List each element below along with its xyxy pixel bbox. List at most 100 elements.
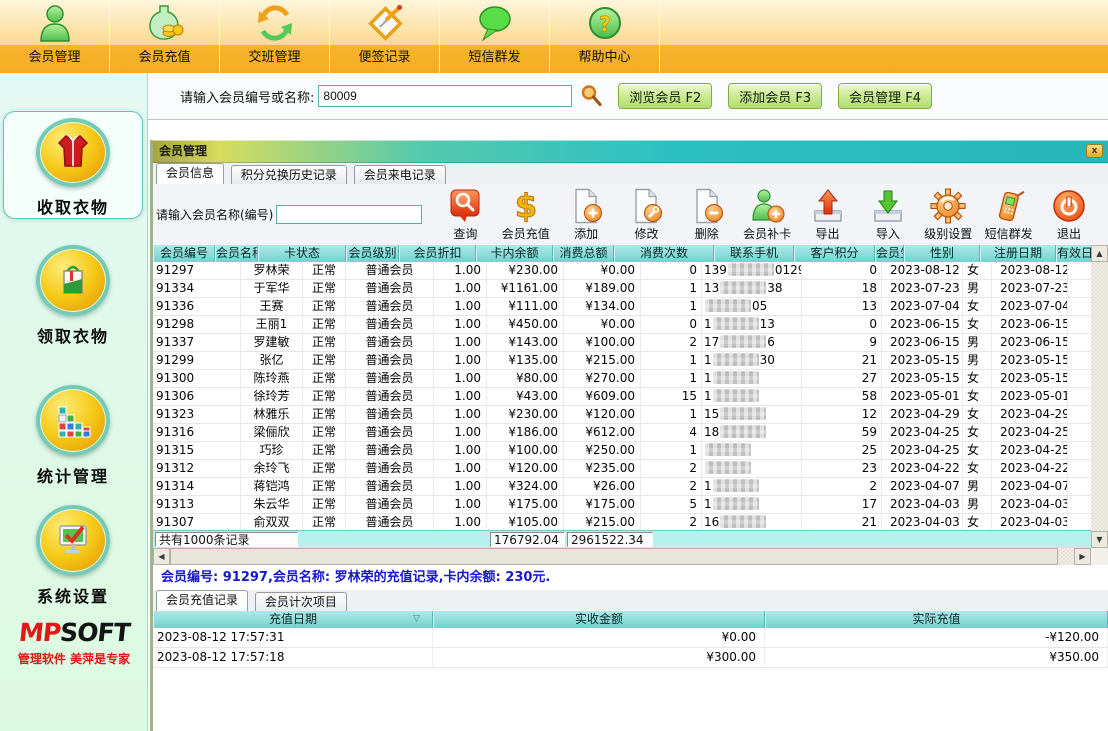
members-column-header[interactable]: 卡内余额 [476, 245, 553, 262]
cell-birthday: 2023-07-23 [882, 280, 963, 298]
members-column-header[interactable]: 消费次数 [614, 245, 714, 262]
toolbar-exit-button[interactable]: 退出 [1040, 188, 1098, 242]
member-row[interactable]: 91300 陈玲燕 正常 普通会员 1.00 ¥80.00 ¥270.00 1 … [153, 370, 1091, 388]
cell-member-level: 普通会员 [346, 334, 434, 352]
toolbar-card-reissue-button[interactable]: 会员补卡 [738, 188, 796, 242]
members-column-header[interactable]: 会员级别 [346, 245, 399, 262]
window-titlebar[interactable]: 会员管理 x [153, 140, 1108, 163]
member-row[interactable]: 91314 蒋铠鸿 正常 普通会员 1.00 ¥324.00 ¥26.00 2 … [153, 478, 1091, 496]
members-column-header[interactable]: 客户积分 [794, 245, 875, 262]
phone-privacy-mosaic [713, 353, 759, 366]
member-row[interactable]: 91299 张亿 正常 普通会员 1.00 ¥135.00 ¥215.00 1 … [153, 352, 1091, 370]
members-column-header[interactable]: 性别 [904, 245, 980, 262]
nav-item-memo-records[interactable]: 便签记录 [330, 0, 440, 73]
scroll-right-icon[interactable]: ▶ [1074, 548, 1091, 565]
toolbar-button-label: 级别设置 [924, 225, 972, 242]
sidebar-item-statistics[interactable]: 统计管理 [3, 379, 143, 487]
toolbar-import-button[interactable]: 导入 [859, 188, 917, 242]
member-name-filter-input[interactable] [276, 205, 422, 224]
recharge-date-column-header[interactable]: 充值日期 ▽ [153, 611, 433, 628]
nav-item-sms-broadcast[interactable]: 短信群发 [440, 0, 550, 73]
actual-recharge-column-header[interactable]: 实际充值 [765, 611, 1108, 628]
tab-count-items[interactable]: 会员计次项目 [255, 592, 347, 611]
received-amount-column-header[interactable]: 实收金额 [433, 611, 765, 628]
sum-total-spent: 2961522.34 [567, 532, 653, 547]
sidebar-item-receive-clothes[interactable]: 收取衣物 [3, 111, 143, 219]
toolbar-export-button[interactable]: 导出 [799, 188, 857, 242]
toolbar-sms-button[interactable]: 短信群发 [980, 188, 1038, 242]
member-row[interactable]: 91334 于军华 正常 普通会员 1.00 ¥1161.00 ¥189.00 … [153, 280, 1091, 298]
cell-member-id: 91334 [153, 280, 241, 298]
cell-gender: 女 [963, 388, 992, 406]
tab-points-exchange-history[interactable]: 积分兑换历史记录 [231, 165, 347, 184]
toolbar-query-button[interactable]: 查询 [436, 188, 494, 242]
cell-points: 12 [802, 406, 882, 424]
toolbar-modify-button[interactable]: 修改 [617, 188, 675, 242]
cell-register-date: 2023-04-03 [992, 496, 1068, 514]
member-row[interactable]: 91336 王赛 正常 普通会员 1.00 ¥111.00 ¥134.00 1 … [153, 298, 1091, 316]
nav-item-shift-management[interactable]: 交班管理 [220, 0, 330, 73]
toolbar-add-button[interactable]: 添加 [557, 188, 615, 242]
cell-points: 21 [802, 514, 882, 530]
cell-total-spent: ¥134.00 [564, 298, 641, 316]
members-column-header[interactable]: 卡状态 [258, 245, 346, 262]
members-column-header[interactable]: 消费总额 [553, 245, 614, 262]
nav-item-member-management[interactable]: 会员管理 [0, 0, 110, 73]
member-row[interactable]: 91316 梁俪欣 正常 普通会员 1.00 ¥186.00 ¥612.00 4… [153, 424, 1091, 442]
sidebar-item-system-settings[interactable]: 系统设置 [3, 499, 143, 607]
recharge-row[interactable]: 2023-08-12 17:57:31 ¥0.00 -¥120.00 [153, 628, 1108, 648]
cell-member-id: 91306 [153, 388, 241, 406]
toolbar-level-settings-button[interactable]: 级别设置 [919, 188, 977, 242]
browse-members-button[interactable]: 浏览会员 F2 [618, 83, 712, 109]
close-icon[interactable]: x [1086, 144, 1103, 158]
member-row[interactable]: 91307 俞双双 正常 普通会员 1.00 ¥105.00 ¥215.00 2… [153, 514, 1091, 530]
members-column-header[interactable]: 注册日期 [980, 245, 1056, 262]
sms-bubble-icon [475, 0, 515, 45]
member-row[interactable]: 91312 余玲飞 正常 普通会员 1.00 ¥120.00 ¥235.00 2… [153, 460, 1091, 478]
member-row[interactable]: 91337 罗建敏 正常 普通会员 1.00 ¥143.00 ¥100.00 2… [153, 334, 1091, 352]
member-row[interactable]: 91297 罗林荣 正常 普通会员 1.00 ¥230.00 ¥0.00 0 1… [153, 262, 1091, 280]
tab-member-info[interactable]: 会员信息 [156, 163, 224, 184]
cell-discount: 1.00 [434, 460, 487, 478]
member-row[interactable]: 91315 巧珍 正常 普通会员 1.00 ¥100.00 ¥250.00 1 … [153, 442, 1091, 460]
members-column-header[interactable]: 会员编号 [153, 245, 215, 262]
nav-item-member-recharge[interactable]: 会员充值 [110, 0, 220, 73]
members-column-header[interactable]: 会员生日 [875, 245, 904, 262]
cell-valid-date [1068, 298, 1091, 316]
members-column-header[interactable]: 联系手机 [714, 245, 794, 262]
search-icon[interactable] [580, 84, 602, 109]
tab-member-call-records[interactable]: 会员来电记录 [354, 165, 446, 184]
cell-total-spent: ¥215.00 [564, 514, 641, 530]
cell-valid-date [1068, 478, 1091, 496]
toolbar-delete-button[interactable]: 删除 [678, 188, 736, 242]
horizontal-scrollbar-thumb[interactable] [170, 548, 1058, 565]
logo-soft: SOFT [58, 618, 130, 647]
cell-discount: 1.00 [434, 424, 487, 442]
member-row[interactable]: 91298 王丽1 正常 普通会员 1.00 ¥450.00 ¥0.00 0 1… [153, 316, 1091, 334]
scroll-down-icon[interactable]: ▼ [1091, 531, 1108, 548]
members-column-header[interactable]: 会员名称 [215, 245, 258, 262]
sidebar-item-deliver-clothes[interactable]: 领取衣物 [3, 239, 143, 347]
toolbar-recharge-button[interactable]: 会员充值 [497, 188, 555, 242]
cell-gender: 男 [963, 334, 992, 352]
scroll-up-icon[interactable]: ▲ [1091, 245, 1108, 262]
members-column-header[interactable]: 有效日期 [1056, 245, 1091, 262]
cell-valid-date [1068, 388, 1091, 406]
vertical-scrollbar[interactable] [1091, 245, 1108, 548]
cell-card-balance: ¥100.00 [487, 442, 564, 460]
nav-item-help-center[interactable]: 帮助中心 [550, 0, 660, 73]
member-row[interactable]: 91323 林雅乐 正常 普通会员 1.00 ¥230.00 ¥120.00 1… [153, 406, 1091, 424]
cell-register-date: 2023-07-23 [992, 280, 1068, 298]
member-row[interactable]: 91313 朱云华 正常 普通会员 1.00 ¥175.00 ¥175.00 5… [153, 496, 1091, 514]
cell-total-spent: ¥0.00 [564, 262, 641, 280]
scroll-left-icon[interactable]: ◀ [153, 548, 170, 565]
member-management-button[interactable]: 会员管理 F4 [838, 83, 932, 109]
add-member-button[interactable]: 添加会员 F3 [728, 83, 822, 109]
recharge-row[interactable]: 2023-08-12 17:57:18 ¥300.00 ¥350.00 [153, 648, 1108, 668]
member-row[interactable]: 91306 徐玲芳 正常 普通会员 1.00 ¥43.00 ¥609.00 15… [153, 388, 1091, 406]
member-search-input[interactable] [318, 85, 572, 107]
cell-card-balance: ¥135.00 [487, 352, 564, 370]
members-column-header[interactable]: 会员折扣 [399, 245, 476, 262]
record-count: 共有1000条记录 [155, 532, 298, 547]
tab-recharge-records[interactable]: 会员充值记录 [156, 590, 248, 611]
